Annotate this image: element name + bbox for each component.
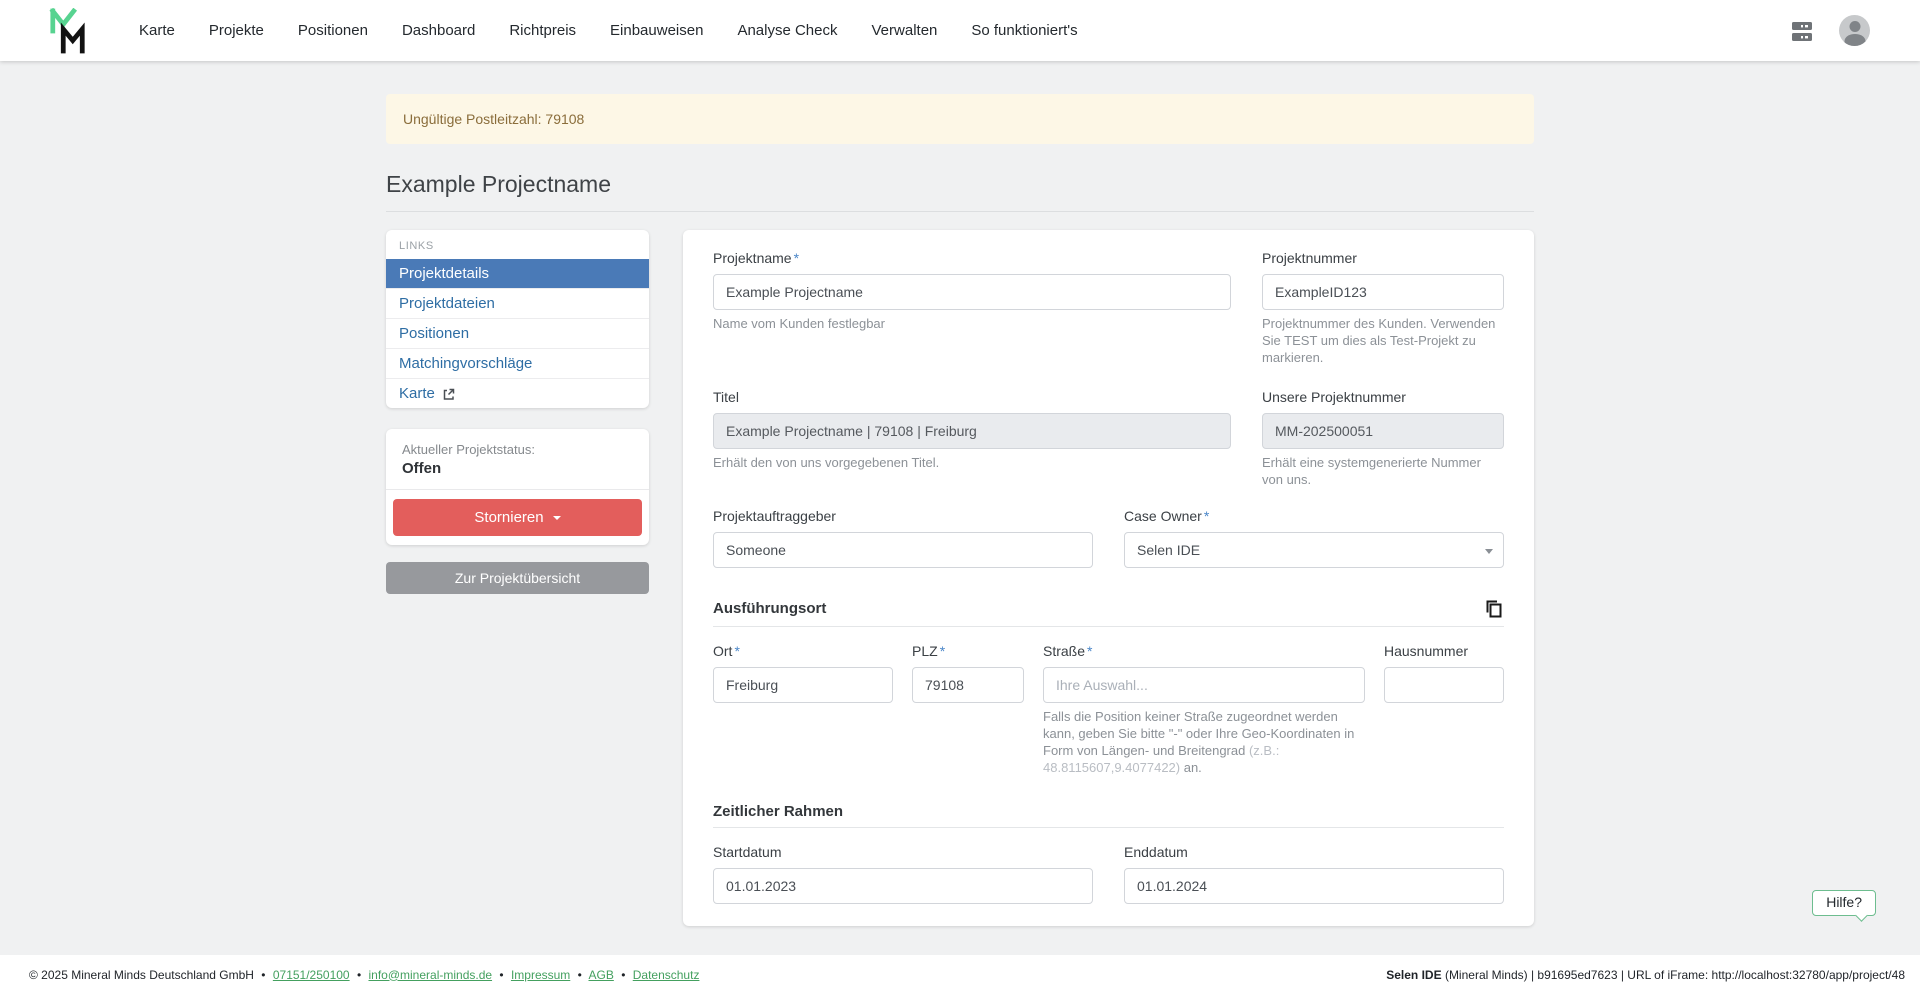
required-marker: * <box>734 643 739 659</box>
ort-input[interactable] <box>713 667 893 703</box>
top-navbar: Karte Projekte Positionen Dashboard Rich… <box>0 0 1920 61</box>
main-navigation: Karte Projekte Positionen Dashboard Rich… <box>139 22 1078 39</box>
external-link-icon <box>442 388 455 401</box>
footer-link-email[interactable]: info@mineral-minds.de <box>368 968 492 982</box>
project-status-card: Aktueller Projektstatus: Offen Storniere… <box>386 429 649 545</box>
avatar-body-icon <box>1844 34 1865 46</box>
startdatum-label: Startdatum <box>713 844 1093 860</box>
stornieren-button[interactable]: Stornieren <box>393 499 642 536</box>
strasse-input[interactable] <box>1043 667 1365 703</box>
plz-input[interactable] <box>912 667 1024 703</box>
projektnummer-label: Projektnummer <box>1262 250 1504 266</box>
unsere-projektnummer-helper: Erhält eine systemgenerierte Nummer von … <box>1262 455 1504 489</box>
zeitlicher-rahmen-heading: Zeitlicher Rahmen <box>713 803 843 820</box>
sidebar-item-label: Projektdateien <box>399 295 495 312</box>
hilfe-button[interactable]: Hilfe? <box>1812 890 1876 916</box>
nav-item-dashboard[interactable]: Dashboard <box>402 22 475 39</box>
user-avatar[interactable] <box>1839 15 1870 46</box>
copy-icon[interactable] <box>1483 598 1504 619</box>
warning-banner: Ungültige Postleitzahl: 79108 <box>386 94 1534 144</box>
sidebar-item-label: Karte <box>399 385 435 402</box>
footer-link-impressum[interactable]: Impressum <box>511 968 570 982</box>
projektauftraggeber-label: Projektauftraggeber <box>713 508 1093 524</box>
footer-link-agb[interactable]: AGB <box>589 968 614 982</box>
projektname-label: Projektname* <box>713 250 1231 266</box>
nav-item-richtpreis[interactable]: Richtpreis <box>509 22 576 39</box>
sidebar-item-matchingvorschlaege[interactable]: Matchingvorschläge <box>386 348 649 378</box>
enddatum-input[interactable] <box>1124 868 1504 904</box>
plz-label: PLZ* <box>912 643 1024 659</box>
sidebar-item-karte[interactable]: Karte <box>386 378 649 408</box>
footer-separator: • <box>578 968 582 982</box>
titel-helper: Erhält den von uns vorgegebenen Titel. <box>713 455 1231 472</box>
footer-user-name: Selen IDE <box>1386 968 1441 982</box>
mineral-minds-logo[interactable] <box>49 8 87 54</box>
nav-item-so-funktionierts[interactable]: So funktioniert's <box>971 22 1077 39</box>
hausnummer-label: Hausnummer <box>1384 643 1504 659</box>
links-card: LINKS Projektdetails Projektdateien Posi… <box>386 230 649 408</box>
projektauftraggeber-input[interactable] <box>713 532 1093 568</box>
status-label: Aktueller Projektstatus: <box>386 442 649 457</box>
required-marker: * <box>794 250 799 266</box>
stornieren-button-label: Stornieren <box>474 509 543 526</box>
strasse-label: Straße* <box>1043 643 1365 659</box>
case-owner-label: Case Owner* <box>1124 508 1504 524</box>
projektname-input[interactable] <box>713 274 1231 310</box>
footer-session-details: (Mineral Minds) | b91695ed7623 | URL of … <box>1442 968 1905 982</box>
links-header: LINKS <box>386 230 649 259</box>
unsere-projektnummer-label: Unsere Projektnummer <box>1262 389 1504 405</box>
server-stack-icon[interactable] <box>1789 18 1815 44</box>
unsere-projektnummer-input <box>1262 413 1504 449</box>
projektnummer-helper: Projektnummer des Kunden. Verwenden Sie … <box>1262 316 1504 367</box>
sidebar-item-projektdateien[interactable]: Projektdateien <box>386 288 649 318</box>
startdatum-input[interactable] <box>713 868 1093 904</box>
sidebar-item-label: Positionen <box>399 325 469 342</box>
warning-banner-text: Ungültige Postleitzahl: 79108 <box>403 111 584 127</box>
project-details-form: Projektname* Name vom Kunden festlegbar … <box>683 230 1534 926</box>
footer: © 2025 Mineral Minds Deutschland GmbH • … <box>0 955 1920 994</box>
zur-projektuebersicht-button[interactable]: Zur Projektübersicht <box>386 562 649 594</box>
projektnummer-input[interactable] <box>1262 274 1504 310</box>
sidebar-item-label: Projektdetails <box>399 265 489 282</box>
ort-label: Ort* <box>713 643 893 659</box>
case-owner-selected-value: Selen IDE <box>1137 542 1200 558</box>
required-marker: * <box>1087 643 1092 659</box>
sidebar-item-label: Matchingvorschläge <box>399 355 532 372</box>
nav-item-positionen[interactable]: Positionen <box>298 22 368 39</box>
footer-separator: • <box>261 968 265 982</box>
ausfuehrungsort-heading: Ausführungsort <box>713 600 826 617</box>
hausnummer-input[interactable] <box>1384 667 1504 703</box>
nav-item-projekte[interactable]: Projekte <box>209 22 264 39</box>
select-caret-icon <box>1485 549 1493 554</box>
footer-session-info: Selen IDE (Mineral Minds) | b91695ed7623… <box>1386 968 1905 982</box>
footer-left: © 2025 Mineral Minds Deutschland GmbH • … <box>29 968 699 982</box>
caret-down-icon <box>553 516 561 520</box>
footer-link-phone[interactable]: 07151/250100 <box>273 968 350 982</box>
nav-item-karte[interactable]: Karte <box>139 22 175 39</box>
avatar-head-icon <box>1849 21 1860 32</box>
titel-input <box>713 413 1231 449</box>
page-title: Example Projectname <box>386 171 1534 212</box>
footer-separator: • <box>499 968 503 982</box>
required-marker: * <box>940 643 945 659</box>
titel-label: Titel <box>713 389 1231 405</box>
nav-item-analyse-check[interactable]: Analyse Check <box>737 22 837 39</box>
sidebar-item-projektdetails[interactable]: Projektdetails <box>386 259 649 288</box>
enddatum-label: Enddatum <box>1124 844 1504 860</box>
required-marker: * <box>1204 508 1209 524</box>
projektname-helper: Name vom Kunden festlegbar <box>713 316 1231 333</box>
nav-item-einbauweisen[interactable]: Einbauweisen <box>610 22 703 39</box>
footer-link-datenschutz[interactable]: Datenschutz <box>633 968 700 982</box>
status-value: Offen <box>386 457 649 477</box>
footer-copyright: © 2025 Mineral Minds Deutschland GmbH <box>29 968 254 982</box>
case-owner-select[interactable]: Selen IDE <box>1124 532 1504 568</box>
footer-separator: • <box>621 968 625 982</box>
strasse-helper: Falls die Position keiner Straße zugeord… <box>1043 709 1365 777</box>
sidebar-item-positionen[interactable]: Positionen <box>386 318 649 348</box>
nav-item-verwalten[interactable]: Verwalten <box>872 22 938 39</box>
footer-separator: • <box>357 968 361 982</box>
